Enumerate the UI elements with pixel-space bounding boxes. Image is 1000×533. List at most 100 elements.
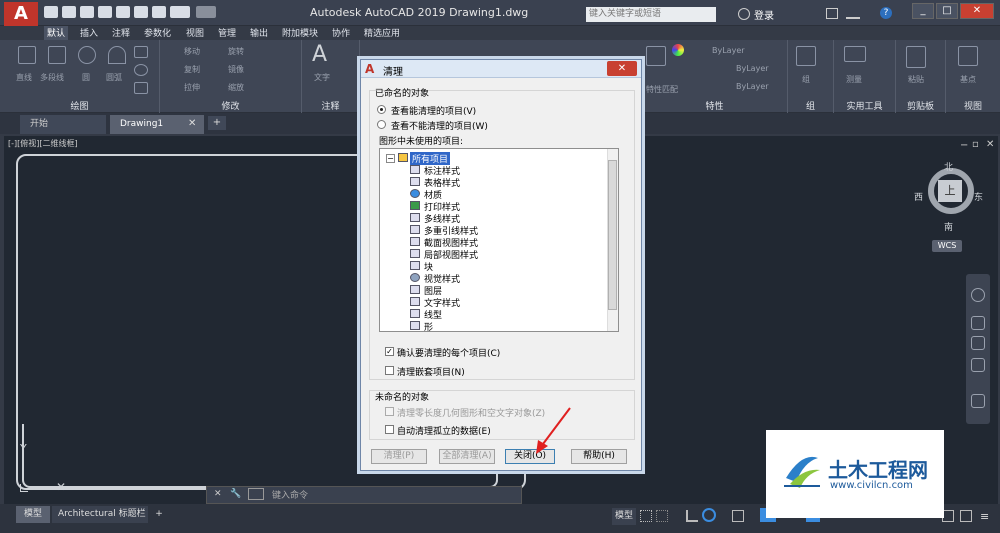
tab-layout-architectural[interactable]: Architectural 标题栏: [52, 506, 148, 523]
application-menu-button[interactable]: A: [4, 2, 38, 26]
plot-icon[interactable]: [134, 6, 148, 18]
lineweight-dropdown[interactable]: ByLayer: [736, 82, 769, 91]
tree-collapse-icon[interactable]: −: [386, 154, 395, 163]
viewport-restore-icon[interactable]: ▫: [972, 139, 979, 150]
color-wheel-icon[interactable]: [672, 44, 684, 56]
zero-length-checkbox[interactable]: [385, 407, 394, 416]
ribbon-group-title[interactable]: 特性: [642, 99, 787, 112]
text-icon[interactable]: A: [312, 42, 327, 67]
group-icon[interactable]: [796, 46, 816, 66]
new-tab-button[interactable]: +: [208, 116, 226, 130]
ribbon-group-title[interactable]: 视图: [946, 99, 1000, 112]
grid-icon[interactable]: [640, 510, 652, 522]
viewcube-top-face[interactable]: 上: [938, 180, 962, 202]
auto-orphan-label[interactable]: 自动清理孤立的数据(E): [397, 424, 491, 437]
close-tab-icon[interactable]: ✕: [188, 118, 196, 129]
add-layout-button[interactable]: +: [152, 506, 166, 523]
wcs-menu[interactable]: WCS: [932, 240, 962, 252]
tab-view[interactable]: 视图: [186, 26, 204, 40]
measure-icon[interactable]: [844, 46, 866, 62]
ortho-icon[interactable]: [686, 510, 698, 522]
undo-icon[interactable]: [170, 6, 190, 18]
tab-parametric[interactable]: 参数化: [144, 26, 171, 40]
save-icon[interactable]: [80, 6, 94, 18]
ribbon-group-title[interactable]: 组: [788, 99, 833, 112]
tab-annotate[interactable]: 注释: [112, 26, 130, 40]
orbit-icon[interactable]: [971, 358, 985, 372]
redo-icon[interactable]: [196, 6, 216, 18]
arc-icon[interactable]: [108, 46, 126, 64]
tab-addins[interactable]: 附加模块: [282, 26, 318, 40]
purge-nested-checkbox[interactable]: [385, 366, 394, 375]
purge-all-button[interactable]: 全部清理(A): [439, 449, 495, 464]
scale-label[interactable]: 缩放: [228, 82, 244, 93]
circle-icon[interactable]: [78, 46, 96, 64]
command-close-icon[interactable]: ✕: [214, 489, 222, 499]
maximize-button[interactable]: □: [936, 3, 958, 19]
command-history-icon[interactable]: [248, 488, 264, 500]
minimize-button[interactable]: _: [912, 3, 934, 19]
cart-icon[interactable]: [826, 8, 838, 19]
customize-menu-icon[interactable]: ≡: [980, 510, 989, 523]
paste-icon[interactable]: [906, 46, 926, 68]
radio-nonpurgeable[interactable]: [377, 120, 386, 129]
dialog-close-button[interactable]: ✕: [607, 61, 637, 76]
auto-orphan-checkbox[interactable]: [385, 425, 394, 434]
snap-icon[interactable]: [656, 510, 668, 522]
tab-featured-apps[interactable]: 精选应用: [364, 26, 400, 40]
tab-model[interactable]: 模型: [16, 506, 50, 523]
radio-purgeable-label[interactable]: 查看能清理的项目(V): [391, 104, 476, 117]
command-customize-icon[interactable]: 🔧: [230, 489, 241, 499]
ribbon-group-title[interactable]: 绘图: [0, 99, 159, 112]
ribbon-group-title[interactable]: 修改: [160, 99, 301, 112]
showmotion-icon[interactable]: [971, 394, 985, 408]
purge-nested-label[interactable]: 清理嵌套项目(N): [397, 365, 465, 378]
compass-north[interactable]: 北: [944, 160, 953, 173]
radio-nonpurgeable-label[interactable]: 查看不能清理的项目(W): [391, 119, 488, 132]
rectangle-icon[interactable]: [134, 46, 148, 58]
base-icon[interactable]: [958, 46, 978, 66]
tree-scrollbar-thumb[interactable]: [608, 160, 617, 310]
viewport-close-icon[interactable]: ✕: [986, 139, 994, 150]
ribbon-group-title[interactable]: 实用工具: [834, 99, 895, 112]
login-link[interactable]: 登录: [754, 7, 774, 22]
line-icon[interactable]: [18, 46, 36, 64]
user-icon[interactable]: [738, 8, 750, 20]
tab-insert[interactable]: 插入: [80, 26, 98, 40]
zero-length-label[interactable]: 清理零长度几何图形和空文字对象(Z): [397, 406, 545, 419]
search-input[interactable]: 键入关键字或短语: [586, 7, 716, 22]
close-window-button[interactable]: ✕: [960, 3, 994, 19]
web-mobile-icon[interactable]: [116, 6, 130, 18]
autodesk-360-icon[interactable]: [846, 8, 860, 19]
command-input[interactable]: 键入命令: [272, 488, 308, 501]
confirm-each-checkbox[interactable]: ✓: [385, 347, 394, 356]
mirror-label[interactable]: 镜像: [228, 64, 244, 75]
stretch-label[interactable]: 拉伸: [184, 82, 200, 93]
save-as-icon[interactable]: [98, 6, 112, 18]
steering-wheel-icon[interactable]: [971, 288, 985, 302]
new-icon[interactable]: [44, 6, 58, 18]
tab-collaborate[interactable]: 协作: [332, 26, 350, 40]
dialog-titlebar[interactable]: [361, 60, 641, 78]
zoom-extents-icon[interactable]: [971, 336, 985, 350]
match-properties-icon[interactable]: [646, 46, 666, 66]
viewport-minimize-icon[interactable]: −: [960, 140, 968, 151]
compass-east[interactable]: 东: [974, 190, 983, 203]
polyline-icon[interactable]: [48, 46, 66, 64]
pan-icon[interactable]: [971, 316, 985, 330]
tree-item[interactable]: 形: [424, 320, 433, 331]
ribbon-group-title[interactable]: 注释: [302, 99, 359, 112]
confirm-each-label[interactable]: 确认要清理的每个项目(C): [397, 346, 500, 359]
move-label[interactable]: 移动: [184, 46, 200, 57]
linetype-dropdown[interactable]: ByLayer: [736, 64, 769, 73]
items-tree[interactable]: − 所有项目 标注样式 表格样式 材质 打印样式 多线样式 多重引线样式 截面视…: [379, 148, 619, 332]
color-dropdown[interactable]: ByLayer: [712, 46, 745, 55]
print-icon[interactable]: [152, 6, 166, 18]
rotate-label[interactable]: 旋转: [228, 46, 244, 57]
compass-south[interactable]: 南: [944, 220, 953, 233]
help-icon[interactable]: ?: [880, 7, 892, 19]
model-space-button[interactable]: 模型: [612, 508, 636, 525]
radio-purgeable[interactable]: [377, 105, 386, 114]
hatch-icon[interactable]: [134, 82, 148, 94]
ellipse-icon[interactable]: [134, 64, 148, 76]
